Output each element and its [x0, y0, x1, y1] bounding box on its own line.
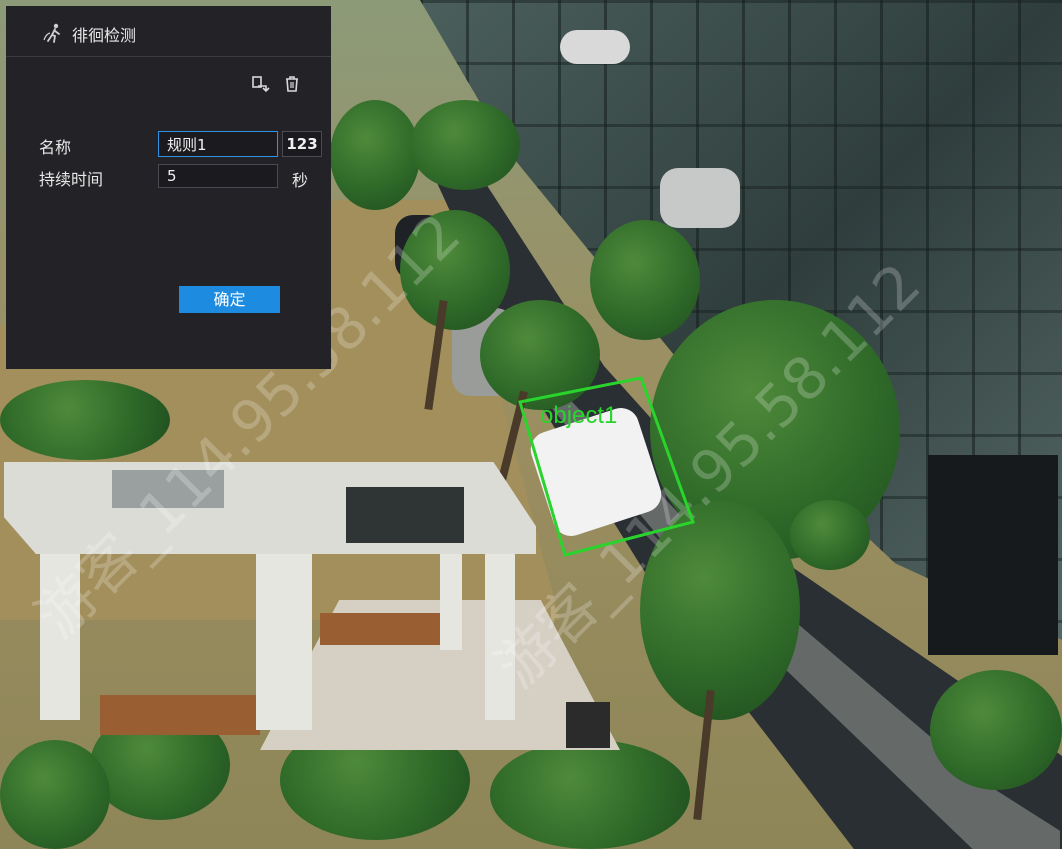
shrub	[0, 380, 170, 460]
draw-area-icon[interactable]	[250, 74, 270, 94]
duration-input[interactable]	[158, 164, 278, 188]
loitering-detection-dialog: 徘徊检测 名称 123 持续时间 秒 确定	[6, 6, 331, 369]
pergola-opening	[112, 470, 224, 508]
detection-label: object1	[540, 402, 618, 429]
shrub	[0, 740, 110, 849]
tree	[410, 100, 520, 190]
pergola-pillar	[256, 550, 312, 730]
pergola-opening	[346, 487, 464, 543]
bench	[320, 613, 458, 645]
person-walking-icon	[43, 23, 60, 43]
parked-car	[660, 168, 740, 228]
tree	[590, 220, 700, 340]
tree	[480, 300, 600, 410]
trash-bin	[566, 702, 610, 748]
tree	[330, 100, 420, 210]
duration-unit: 秒	[292, 171, 309, 190]
tree	[400, 210, 510, 330]
dialog-header: 徘徊检测	[6, 6, 331, 57]
bench	[100, 695, 260, 735]
pergola-pillar	[40, 550, 80, 720]
shrub	[930, 670, 1062, 790]
trash-icon[interactable]	[282, 74, 302, 94]
shrub	[790, 500, 870, 570]
pergola-pillar	[485, 550, 515, 720]
tree	[640, 500, 800, 720]
pergola-pillar	[440, 550, 462, 650]
ok-button[interactable]: 确定	[179, 286, 280, 313]
dialog-title: 徘徊检测	[72, 26, 137, 45]
shrub	[490, 740, 690, 849]
name-input[interactable]	[158, 131, 278, 157]
building-entrance	[928, 455, 1058, 655]
parked-car	[560, 30, 630, 64]
keyboard-toggle-button[interactable]: 123	[282, 131, 322, 157]
duration-label: 持续时间	[39, 170, 104, 189]
name-label: 名称	[39, 138, 72, 157]
